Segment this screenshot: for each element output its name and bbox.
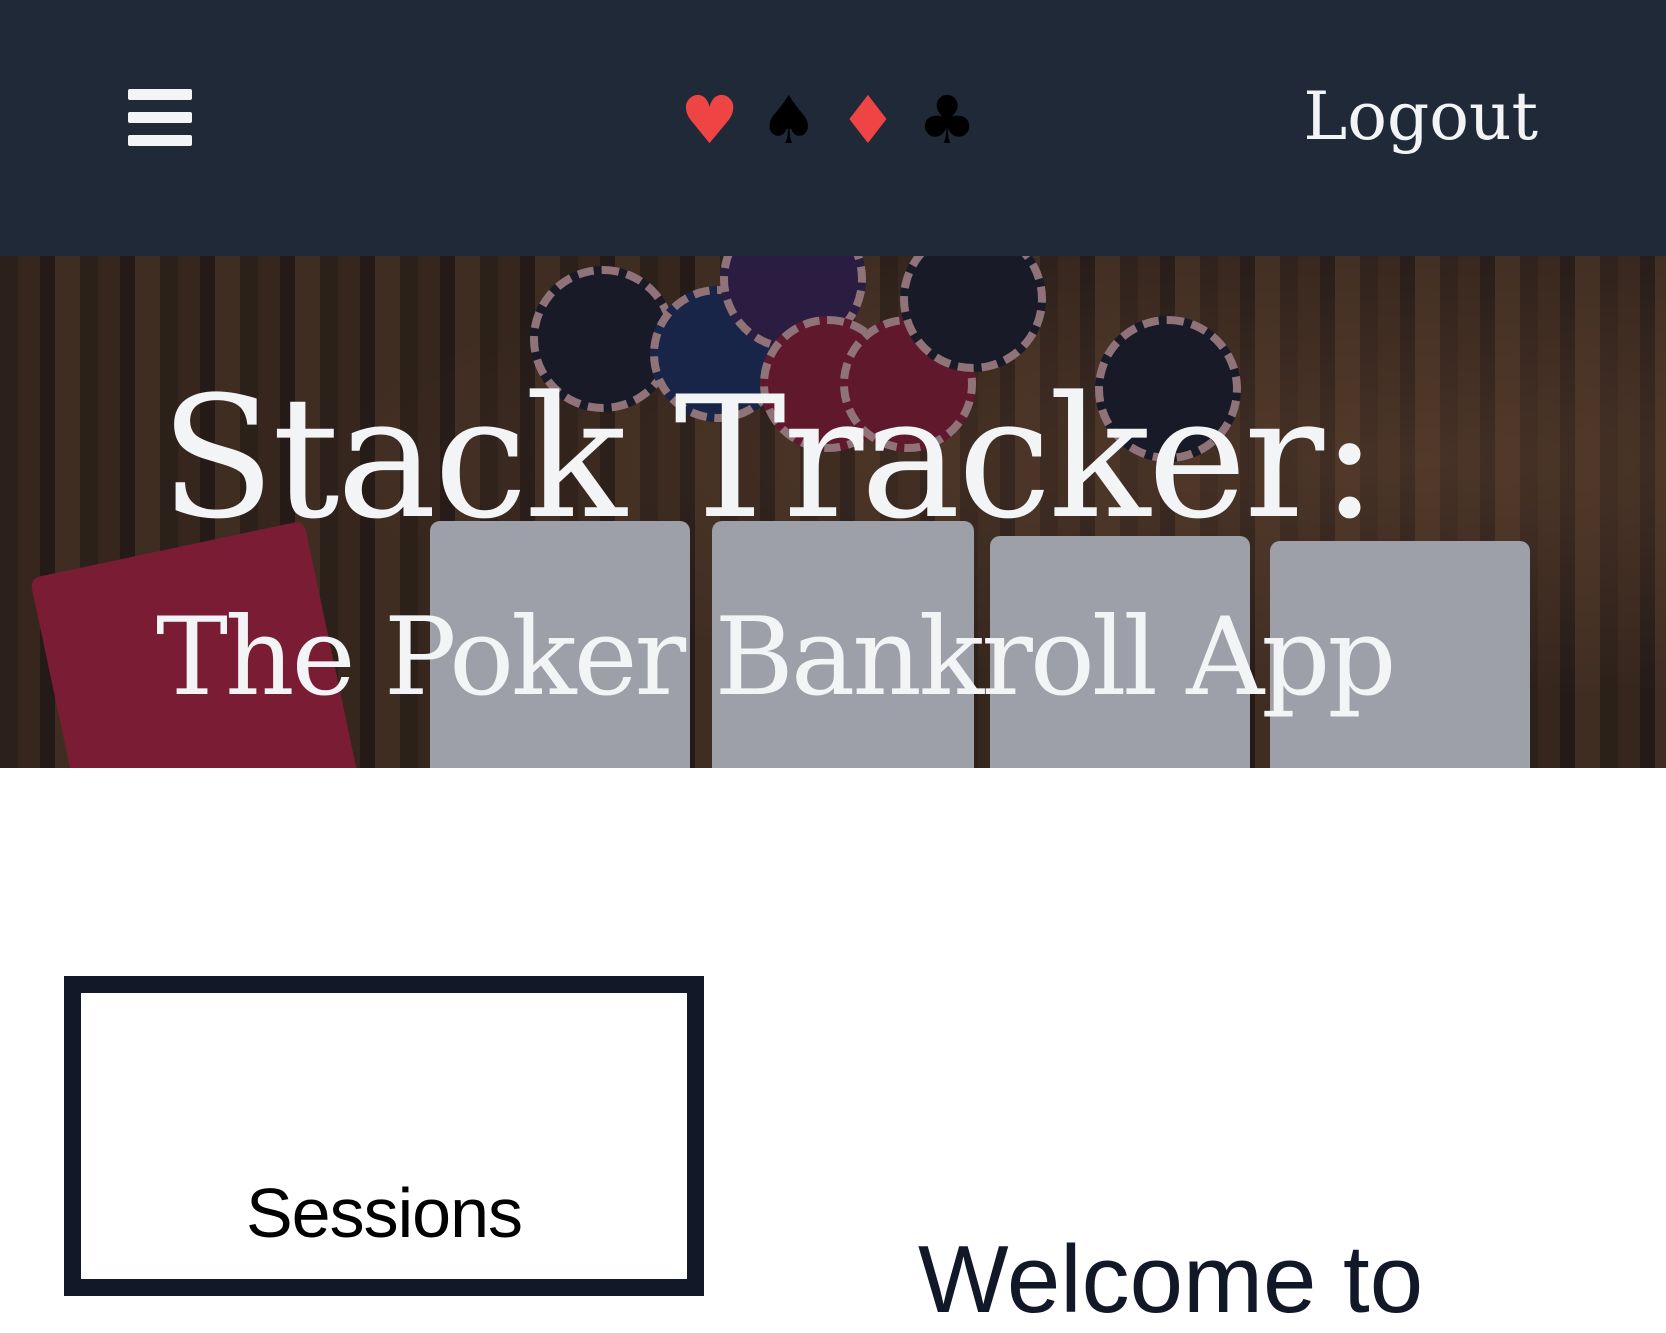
welcome-heading: Welcome to: [918, 1226, 1424, 1333]
sessions-label: Sessions: [245, 1174, 523, 1252]
hero-subtitle: The Poker Bankroll App: [156, 595, 1397, 720]
hero-title: Stack Tracker:: [160, 360, 1378, 556]
suits-logo: ♥ ♠ ♦ ♣: [680, 88, 977, 154]
hero-banner: Stack Tracker: The Poker Bankroll App: [0, 256, 1666, 768]
top-navbar: ♥ ♠ ♦ ♣ Logout: [0, 0, 1666, 256]
hamburger-icon-bar: [128, 89, 192, 100]
diamond-suit-icon: ♦: [838, 82, 898, 159]
hamburger-menu-button[interactable]: [128, 89, 192, 147]
club-suit-icon: ♣: [917, 82, 977, 159]
spade-suit-icon: ♠: [759, 82, 819, 159]
logout-link[interactable]: Logout: [1303, 78, 1538, 155]
heart-suit-icon: ♥: [680, 82, 740, 159]
sessions-card-button[interactable]: Sessions: [64, 976, 704, 1296]
hamburger-icon-bar: [128, 135, 192, 146]
hamburger-icon-bar: [128, 112, 192, 123]
